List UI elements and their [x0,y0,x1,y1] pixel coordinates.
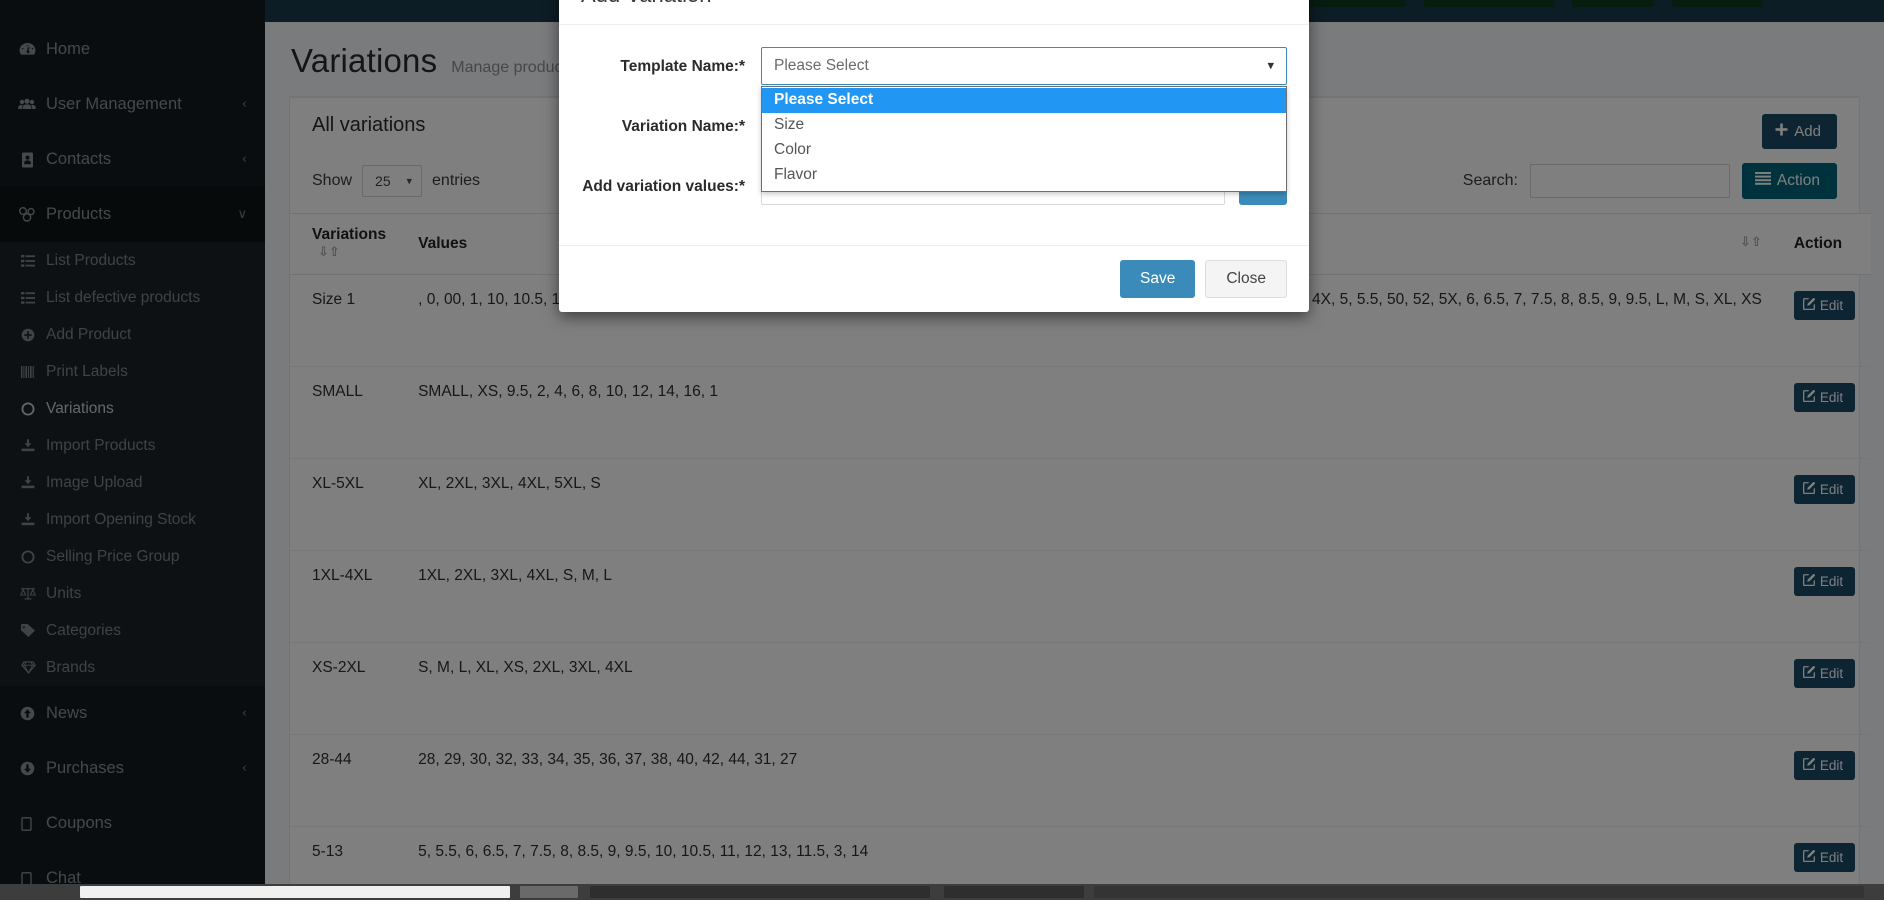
dropdown-option-flavor[interactable]: Flavor [762,163,1286,188]
template-name-field: Please Select ▾ Please Select Size Color… [761,47,1287,192]
modal-header: Add Variation × [559,0,1309,25]
os-taskbar [0,884,1884,900]
modal-title: Add Variation [581,0,1287,8]
template-name-dropdown-list: Please Select Size Color Flavor [761,86,1287,192]
template-name-select[interactable]: Please Select ▾ [761,47,1287,85]
taskbar-window-5[interactable] [1094,886,1864,898]
template-name-label: Template Name:* [620,58,745,75]
taskbar-window-3[interactable] [590,886,930,898]
template-name-selected-value: Please Select [774,57,869,74]
taskbar-window-active[interactable] [80,886,510,898]
taskbar-window-2[interactable] [520,886,578,898]
cancel-button[interactable]: Close [1205,260,1287,298]
variation-name-label: Variation Name:* [621,118,745,135]
modal-footer: Save Close [559,245,1309,312]
add-variation-values-label: Add variation values:* [582,178,745,195]
app-root: Home User Management ‹ Contacts ‹ [0,0,1884,900]
template-name-row: Template Name:* Please Select ▾ Please S… [581,47,1287,192]
save-button[interactable]: Save [1120,260,1196,298]
taskbar-window-4[interactable] [944,886,1084,898]
dropdown-option-size[interactable]: Size [762,113,1286,138]
close-icon[interactable]: × [1259,0,1289,5]
dropdown-option-color[interactable]: Color [762,138,1286,163]
modal-body: Template Name:* Please Select ▾ Please S… [559,25,1309,245]
dropdown-option-please-select[interactable]: Please Select [762,88,1286,113]
add-variation-modal: Add Variation × Template Name:* Please S… [559,0,1309,312]
chevron-down-icon: ▾ [1267,58,1274,74]
